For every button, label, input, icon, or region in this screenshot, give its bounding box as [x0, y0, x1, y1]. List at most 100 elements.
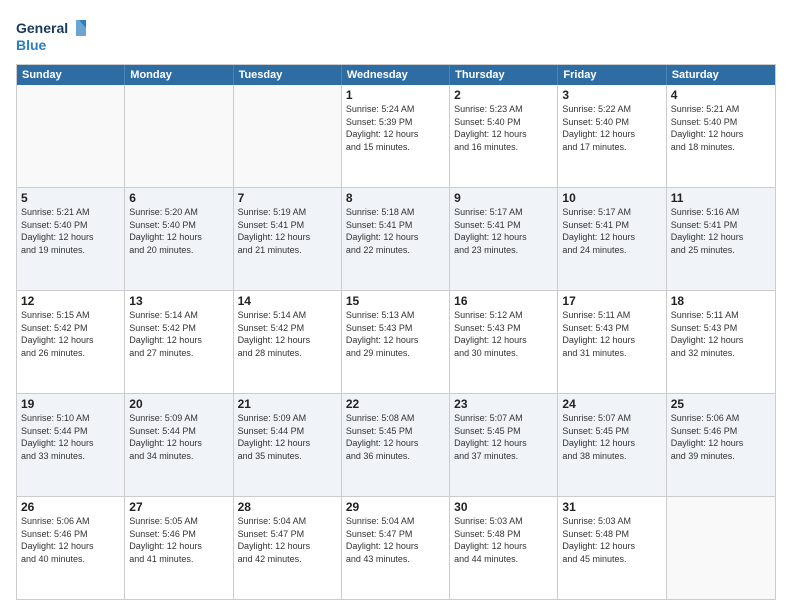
day-number-27: 27 — [129, 500, 228, 514]
cal-row-2: 12Sunrise: 5:15 AMSunset: 5:42 PMDayligh… — [17, 290, 775, 393]
day-info-12: Sunrise: 5:15 AMSunset: 5:42 PMDaylight:… — [21, 309, 120, 359]
day-cell-16: 16Sunrise: 5:12 AMSunset: 5:43 PMDayligh… — [450, 291, 558, 393]
logo-svg: General Blue — [16, 16, 86, 56]
cal-row-4: 26Sunrise: 5:06 AMSunset: 5:46 PMDayligh… — [17, 496, 775, 599]
empty-cell-0-1 — [125, 85, 233, 187]
day-number-16: 16 — [454, 294, 553, 308]
day-info-18: Sunrise: 5:11 AMSunset: 5:43 PMDaylight:… — [671, 309, 771, 359]
day-cell-15: 15Sunrise: 5:13 AMSunset: 5:43 PMDayligh… — [342, 291, 450, 393]
day-cell-27: 27Sunrise: 5:05 AMSunset: 5:46 PMDayligh… — [125, 497, 233, 599]
day-cell-12: 12Sunrise: 5:15 AMSunset: 5:42 PMDayligh… — [17, 291, 125, 393]
day-number-12: 12 — [21, 294, 120, 308]
day-info-26: Sunrise: 5:06 AMSunset: 5:46 PMDaylight:… — [21, 515, 120, 565]
day-cell-26: 26Sunrise: 5:06 AMSunset: 5:46 PMDayligh… — [17, 497, 125, 599]
day-info-28: Sunrise: 5:04 AMSunset: 5:47 PMDaylight:… — [238, 515, 337, 565]
day-number-15: 15 — [346, 294, 445, 308]
day-cell-19: 19Sunrise: 5:10 AMSunset: 5:44 PMDayligh… — [17, 394, 125, 496]
day-cell-18: 18Sunrise: 5:11 AMSunset: 5:43 PMDayligh… — [667, 291, 775, 393]
day-info-25: Sunrise: 5:06 AMSunset: 5:46 PMDaylight:… — [671, 412, 771, 462]
day-info-13: Sunrise: 5:14 AMSunset: 5:42 PMDaylight:… — [129, 309, 228, 359]
day-number-5: 5 — [21, 191, 120, 205]
page: General Blue SundayMondayTuesdayWednesda… — [0, 0, 792, 612]
day-number-17: 17 — [562, 294, 661, 308]
day-info-15: Sunrise: 5:13 AMSunset: 5:43 PMDaylight:… — [346, 309, 445, 359]
day-info-24: Sunrise: 5:07 AMSunset: 5:45 PMDaylight:… — [562, 412, 661, 462]
day-info-1: Sunrise: 5:24 AMSunset: 5:39 PMDaylight:… — [346, 103, 445, 153]
calendar: SundayMondayTuesdayWednesdayThursdayFrid… — [16, 64, 776, 600]
day-number-7: 7 — [238, 191, 337, 205]
day-info-17: Sunrise: 5:11 AMSunset: 5:43 PMDaylight:… — [562, 309, 661, 359]
day-info-23: Sunrise: 5:07 AMSunset: 5:45 PMDaylight:… — [454, 412, 553, 462]
day-number-14: 14 — [238, 294, 337, 308]
day-cell-6: 6Sunrise: 5:20 AMSunset: 5:40 PMDaylight… — [125, 188, 233, 290]
day-number-10: 10 — [562, 191, 661, 205]
day-cell-22: 22Sunrise: 5:08 AMSunset: 5:45 PMDayligh… — [342, 394, 450, 496]
day-number-21: 21 — [238, 397, 337, 411]
day-info-20: Sunrise: 5:09 AMSunset: 5:44 PMDaylight:… — [129, 412, 228, 462]
day-cell-9: 9Sunrise: 5:17 AMSunset: 5:41 PMDaylight… — [450, 188, 558, 290]
day-cell-21: 21Sunrise: 5:09 AMSunset: 5:44 PMDayligh… — [234, 394, 342, 496]
logo: General Blue — [16, 16, 86, 56]
empty-cell-4-6 — [667, 497, 775, 599]
svg-text:Blue: Blue — [16, 37, 47, 53]
day-number-19: 19 — [21, 397, 120, 411]
day-cell-13: 13Sunrise: 5:14 AMSunset: 5:42 PMDayligh… — [125, 291, 233, 393]
day-number-8: 8 — [346, 191, 445, 205]
day-info-11: Sunrise: 5:16 AMSunset: 5:41 PMDaylight:… — [671, 206, 771, 256]
day-cell-5: 5Sunrise: 5:21 AMSunset: 5:40 PMDaylight… — [17, 188, 125, 290]
day-number-22: 22 — [346, 397, 445, 411]
day-info-31: Sunrise: 5:03 AMSunset: 5:48 PMDaylight:… — [562, 515, 661, 565]
day-info-10: Sunrise: 5:17 AMSunset: 5:41 PMDaylight:… — [562, 206, 661, 256]
day-info-7: Sunrise: 5:19 AMSunset: 5:41 PMDaylight:… — [238, 206, 337, 256]
day-number-13: 13 — [129, 294, 228, 308]
empty-cell-0-0 — [17, 85, 125, 187]
day-info-22: Sunrise: 5:08 AMSunset: 5:45 PMDaylight:… — [346, 412, 445, 462]
header-cell-thursday: Thursday — [450, 65, 558, 85]
day-info-5: Sunrise: 5:21 AMSunset: 5:40 PMDaylight:… — [21, 206, 120, 256]
day-info-3: Sunrise: 5:22 AMSunset: 5:40 PMDaylight:… — [562, 103, 661, 153]
header: General Blue — [16, 16, 776, 56]
day-info-30: Sunrise: 5:03 AMSunset: 5:48 PMDaylight:… — [454, 515, 553, 565]
day-cell-30: 30Sunrise: 5:03 AMSunset: 5:48 PMDayligh… — [450, 497, 558, 599]
day-number-18: 18 — [671, 294, 771, 308]
header-cell-wednesday: Wednesday — [342, 65, 450, 85]
day-cell-7: 7Sunrise: 5:19 AMSunset: 5:41 PMDaylight… — [234, 188, 342, 290]
day-info-2: Sunrise: 5:23 AMSunset: 5:40 PMDaylight:… — [454, 103, 553, 153]
header-cell-saturday: Saturday — [667, 65, 775, 85]
day-info-6: Sunrise: 5:20 AMSunset: 5:40 PMDaylight:… — [129, 206, 228, 256]
day-cell-20: 20Sunrise: 5:09 AMSunset: 5:44 PMDayligh… — [125, 394, 233, 496]
day-cell-31: 31Sunrise: 5:03 AMSunset: 5:48 PMDayligh… — [558, 497, 666, 599]
day-cell-10: 10Sunrise: 5:17 AMSunset: 5:41 PMDayligh… — [558, 188, 666, 290]
day-number-6: 6 — [129, 191, 228, 205]
day-number-29: 29 — [346, 500, 445, 514]
day-number-2: 2 — [454, 88, 553, 102]
day-number-24: 24 — [562, 397, 661, 411]
day-number-31: 31 — [562, 500, 661, 514]
day-info-19: Sunrise: 5:10 AMSunset: 5:44 PMDaylight:… — [21, 412, 120, 462]
day-cell-23: 23Sunrise: 5:07 AMSunset: 5:45 PMDayligh… — [450, 394, 558, 496]
day-number-25: 25 — [671, 397, 771, 411]
day-cell-2: 2Sunrise: 5:23 AMSunset: 5:40 PMDaylight… — [450, 85, 558, 187]
day-cell-24: 24Sunrise: 5:07 AMSunset: 5:45 PMDayligh… — [558, 394, 666, 496]
calendar-header: SundayMondayTuesdayWednesdayThursdayFrid… — [17, 65, 775, 85]
day-info-9: Sunrise: 5:17 AMSunset: 5:41 PMDaylight:… — [454, 206, 553, 256]
cal-row-1: 5Sunrise: 5:21 AMSunset: 5:40 PMDaylight… — [17, 187, 775, 290]
calendar-body: 1Sunrise: 5:24 AMSunset: 5:39 PMDaylight… — [17, 85, 775, 599]
day-info-16: Sunrise: 5:12 AMSunset: 5:43 PMDaylight:… — [454, 309, 553, 359]
cal-row-0: 1Sunrise: 5:24 AMSunset: 5:39 PMDaylight… — [17, 85, 775, 187]
day-cell-17: 17Sunrise: 5:11 AMSunset: 5:43 PMDayligh… — [558, 291, 666, 393]
day-cell-4: 4Sunrise: 5:21 AMSunset: 5:40 PMDaylight… — [667, 85, 775, 187]
day-number-11: 11 — [671, 191, 771, 205]
day-info-29: Sunrise: 5:04 AMSunset: 5:47 PMDaylight:… — [346, 515, 445, 565]
day-cell-8: 8Sunrise: 5:18 AMSunset: 5:41 PMDaylight… — [342, 188, 450, 290]
day-number-4: 4 — [671, 88, 771, 102]
day-cell-11: 11Sunrise: 5:16 AMSunset: 5:41 PMDayligh… — [667, 188, 775, 290]
day-cell-14: 14Sunrise: 5:14 AMSunset: 5:42 PMDayligh… — [234, 291, 342, 393]
day-info-27: Sunrise: 5:05 AMSunset: 5:46 PMDaylight:… — [129, 515, 228, 565]
day-number-1: 1 — [346, 88, 445, 102]
day-info-21: Sunrise: 5:09 AMSunset: 5:44 PMDaylight:… — [238, 412, 337, 462]
day-cell-28: 28Sunrise: 5:04 AMSunset: 5:47 PMDayligh… — [234, 497, 342, 599]
day-number-3: 3 — [562, 88, 661, 102]
day-number-23: 23 — [454, 397, 553, 411]
day-number-20: 20 — [129, 397, 228, 411]
